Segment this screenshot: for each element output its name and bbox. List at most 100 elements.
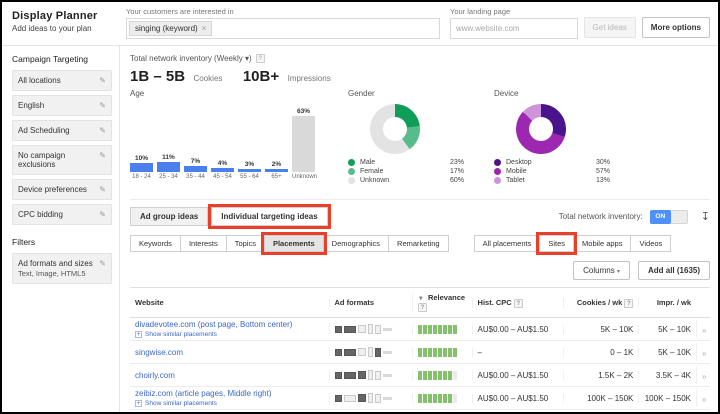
filters-heading: Filters <box>12 237 112 247</box>
more-options-button[interactable]: More options <box>642 17 710 38</box>
website-link[interactable]: singwise.com <box>135 348 324 357</box>
sidebar-item-label: No campaign exclusions <box>18 151 99 169</box>
sidebar-item-no-campaign-exclusions[interactable]: No campaign exclusions✎ <box>12 145 112 175</box>
sidebar-item-label: Ad Scheduling <box>18 126 70 135</box>
age-bar-65: 2%65+ <box>265 161 288 180</box>
tab-sites[interactable]: Sites <box>539 235 574 252</box>
device-chart-title: Device <box>494 89 622 98</box>
pencil-icon[interactable]: ✎ <box>99 185 106 194</box>
tab-individual-targeting-ideas[interactable]: Individual targeting ideas <box>211 207 327 226</box>
col-website[interactable]: Website <box>130 298 329 307</box>
sort-desc-icon: ▼ <box>418 296 424 302</box>
cookies-unit: Cookies <box>193 74 222 83</box>
pencil-icon[interactable]: ✎ <box>99 101 106 110</box>
sidebar-item-device-preferences[interactable]: Device preferences ✎ <box>12 179 112 200</box>
ad-format-icon-4 <box>375 348 381 357</box>
show-similar-link[interactable]: +Show similar placements <box>135 331 324 338</box>
chevron-right-icon[interactable]: » <box>702 349 706 358</box>
col-impressions[interactable]: Impr. / wk <box>638 298 696 307</box>
tab-interests[interactable]: Interests <box>180 235 227 252</box>
keyword-tag[interactable]: singing (keyword) × <box>129 21 212 36</box>
add-all-button[interactable]: Add all (1635) <box>638 261 710 280</box>
cookies-cell: 5K – 10K <box>563 325 638 334</box>
help-icon[interactable]: ? <box>514 299 523 308</box>
table-toolbar: Columns ▾ Add all (1635) <box>130 261 710 280</box>
ad-format-icon-3 <box>368 393 373 403</box>
pencil-icon[interactable]: ✎ <box>99 210 106 219</box>
col-relevance[interactable]: ▼ Relevance ? <box>412 293 472 312</box>
sidebar-item-ad-scheduling[interactable]: Ad Scheduling ✎ <box>12 120 112 141</box>
tab-ad-group-ideas[interactable]: Ad group ideas <box>130 207 208 226</box>
hist-cpc-cell: – <box>472 348 563 357</box>
sidebar-campaign-items: All locations✎English✎Ad Scheduling✎No c… <box>12 70 112 225</box>
impressions-value: 10B+ <box>243 68 279 85</box>
inventory-values: 1B – 5B Cookies 10B+ Impressions <box>130 68 710 86</box>
sidebar-item-label: CPC bidding <box>18 210 63 219</box>
chevron-right-icon[interactable]: » <box>702 372 706 381</box>
show-similar-link[interactable]: +Show similar placements <box>135 400 324 407</box>
relevance-bars <box>418 371 467 380</box>
sidebar-item-all-locations[interactable]: All locations✎ <box>12 70 112 91</box>
website-link[interactable]: choirly.com <box>135 371 324 380</box>
ad-format-icon-2 <box>358 348 366 356</box>
pencil-icon[interactable]: ✎ <box>99 76 106 85</box>
expand-icon[interactable]: + <box>135 331 142 338</box>
age-bar-55-64: 3%55 - 64 <box>238 161 261 180</box>
help-icon[interactable]: ? <box>256 54 265 63</box>
download-icon[interactable]: ↧ <box>701 210 710 223</box>
tab-all-placements[interactable]: All placements <box>474 235 541 252</box>
ad-format-icon-1 <box>344 326 356 333</box>
legend-item-male: Male23% <box>348 159 476 166</box>
website-link[interactable]: zeibiz.com (article pages, Middle right) <box>135 389 324 398</box>
help-icon[interactable]: ? <box>418 303 427 312</box>
table-row: zeibiz.com (article pages, Middle right)… <box>130 387 710 410</box>
age-chart-title: Age <box>130 89 330 98</box>
chevron-right-icon[interactable]: » <box>702 395 706 404</box>
age-bars: 10%18 - 2411%25 - 347%35 - 444%45 - 543%… <box>130 106 330 180</box>
table-row: singwise.com–0 – 1K5K – 10K» <box>130 341 710 364</box>
keywords-input[interactable]: singing (keyword) × <box>126 18 440 39</box>
tab-topics[interactable]: Topics <box>226 235 265 252</box>
col-cookies[interactable]: Cookies / wk ? <box>563 298 638 308</box>
ad-format-icon-1 <box>344 372 356 379</box>
ad-formats-cell <box>335 393 407 403</box>
sidebar-item-ad-formats[interactable]: Ad formats and sizes Text, Image, HTML5 … <box>12 253 112 284</box>
sidebar-item-label: Device preferences <box>18 185 87 194</box>
table-row: choirly.comAU$0.00 – AU$1.501.5K – 2K3.5… <box>130 364 710 387</box>
age-chart: Age 10%18 - 2411%25 - 347%35 - 444%45 - … <box>130 89 330 191</box>
toggle-label: Total network inventory: <box>559 212 643 221</box>
landing-page-input[interactable] <box>450 18 578 39</box>
help-icon[interactable]: ? <box>624 299 633 308</box>
landing-label: Your landing page <box>450 7 578 16</box>
table-row: singing.about.comAU$0.00 – AU$1.50–3.5K … <box>130 410 710 414</box>
pencil-icon[interactable]: ✎ <box>99 151 106 160</box>
pencil-icon[interactable]: ✎ <box>99 259 106 268</box>
table-header: Website Ad formats ▼ Relevance ? Hist. C… <box>130 287 710 318</box>
chevron-right-icon[interactable]: » <box>702 326 706 335</box>
columns-button[interactable]: Columns ▾ <box>573 261 630 280</box>
tab-videos[interactable]: Videos <box>630 235 671 252</box>
interests-label: Your customers are interested in <box>126 7 440 16</box>
website-link[interactable]: divadevotee.com (post page, Bottom cente… <box>135 320 324 329</box>
remove-keyword-icon[interactable]: × <box>202 24 207 33</box>
col-ad-formats[interactable]: Ad formats <box>329 298 412 307</box>
top-bar: Display Planner Add ideas to your plan Y… <box>2 2 718 46</box>
tab-mobile-apps[interactable]: Mobile apps <box>573 235 631 252</box>
ad-format-icon-4 <box>375 371 381 380</box>
sidebar-item-cpc-bidding[interactable]: CPC bidding ✎ <box>12 204 112 225</box>
col-hist-cpc[interactable]: Hist. CPC ? <box>472 298 563 308</box>
age-bar-35-44: 7%35 - 44 <box>184 158 207 180</box>
ad-format-icon-0 <box>335 395 342 402</box>
get-ideas-button[interactable]: Get ideas <box>584 17 636 38</box>
expand-icon[interactable]: + <box>135 400 142 407</box>
network-inventory-toggle[interactable]: ON <box>650 210 688 224</box>
tab-remarketing[interactable]: Remarketing <box>388 235 449 252</box>
inventory-title[interactable]: Total network inventory (Weekly ▾) <box>130 54 252 63</box>
tab-keywords[interactable]: Keywords <box>130 235 181 252</box>
pencil-icon[interactable]: ✎ <box>99 126 106 135</box>
sidebar-item-english[interactable]: English✎ <box>12 95 112 116</box>
age-bar-45-54: 4%45 - 54 <box>211 160 234 180</box>
tab-placements[interactable]: Placements <box>264 235 324 252</box>
impressions-cell: 100K – 150K <box>638 394 696 403</box>
tab-demographics[interactable]: Demographics <box>323 235 389 252</box>
